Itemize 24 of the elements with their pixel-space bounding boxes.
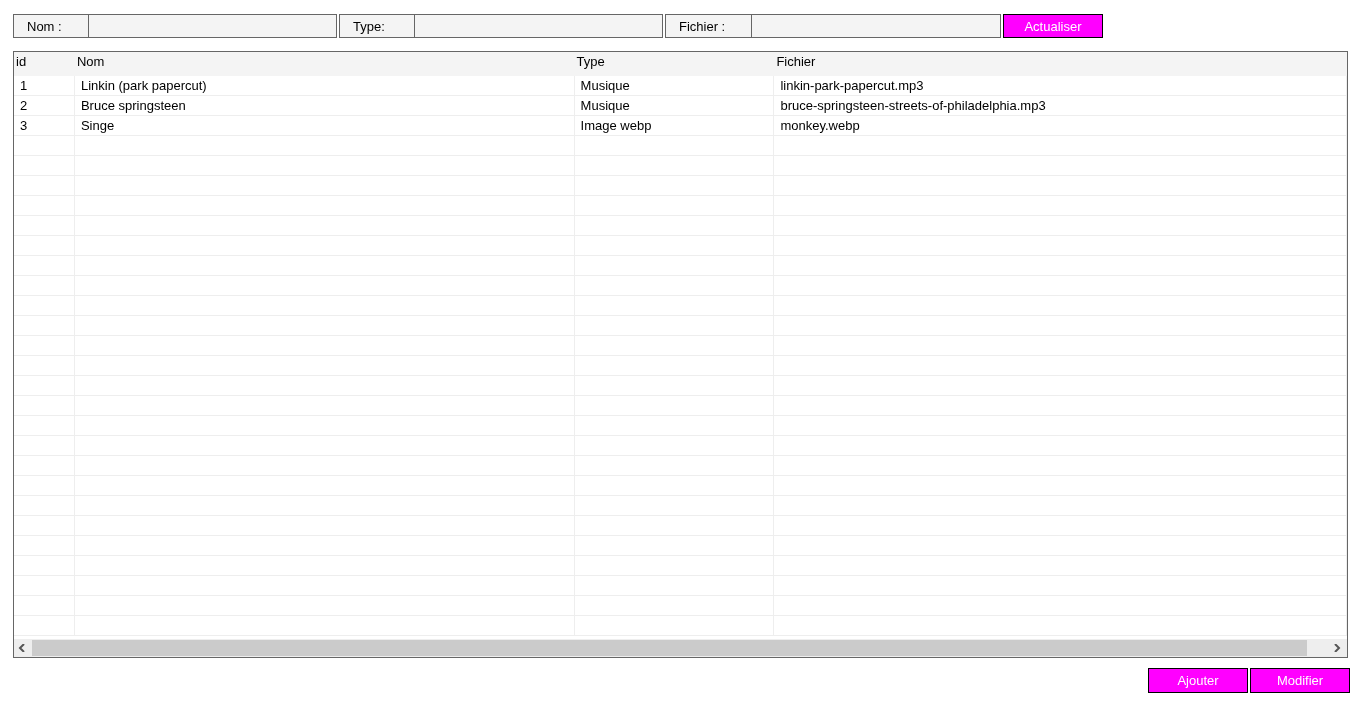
table-cell: Musique xyxy=(574,96,775,115)
table-cell: Singe xyxy=(74,116,575,135)
table-cell: bruce-springsteen-streets-of-philadelphia.mp3 xyxy=(774,96,1347,115)
table-cell: 2 xyxy=(14,96,75,115)
column-header[interactable]: Fichier xyxy=(774,52,1347,76)
column-header[interactable]: Nom xyxy=(74,52,575,76)
column-header[interactable]: id xyxy=(14,52,75,76)
field-label: Type: xyxy=(339,14,415,38)
table-cell: Musique xyxy=(574,76,775,95)
filter-field[interactable] xyxy=(89,14,337,38)
column-header[interactable]: Type xyxy=(574,52,775,76)
table-cell: 1 xyxy=(14,76,75,95)
table-cell: 3 xyxy=(14,116,75,135)
scroll-right-icon[interactable] xyxy=(1333,644,1341,652)
table-cell: linkin-park-papercut.mp3 xyxy=(774,76,1347,95)
filter-field[interactable] xyxy=(752,14,1001,38)
field-label: Nom : xyxy=(13,14,89,38)
field-label: Fichier : xyxy=(665,14,752,38)
filter-field[interactable] xyxy=(415,14,663,38)
scroll-left-icon[interactable] xyxy=(18,644,26,652)
table-cell: Bruce springsteen xyxy=(74,96,575,115)
table-cell: Linkin (park papercut) xyxy=(74,76,575,95)
table-cell: monkey.webp xyxy=(774,116,1347,135)
table-cell: Image webp xyxy=(574,116,775,135)
